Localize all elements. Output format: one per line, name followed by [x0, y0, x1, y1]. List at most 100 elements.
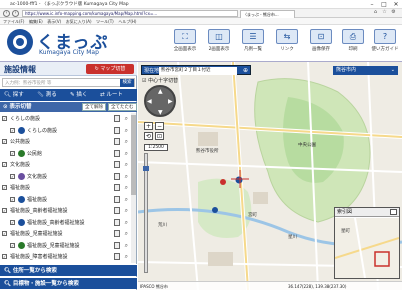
- layer-tree-row[interactable]: ✓ 福祉施設_高齢者福祉施設 ⌕: [0, 205, 130, 217]
- draw-button[interactable]: ✎ 描く: [70, 89, 87, 101]
- guide-button[interactable]: ? 使い方ガイド: [368, 29, 402, 59]
- find-button[interactable]: 🔍︎ 探す: [4, 89, 24, 101]
- print-button[interactable]: ⎙ 印刷: [336, 29, 370, 59]
- layer-tree-row[interactable]: ✓ 文化施設 ⌕: [0, 171, 130, 183]
- search-icon[interactable]: ⌕: [125, 115, 128, 122]
- layer-tree-row[interactable]: ✓ くらしの施設 ⌕: [0, 125, 130, 137]
- overview-canvas[interactable]: 星町: [335, 218, 399, 278]
- back-icon[interactable]: ‹: [3, 10, 10, 17]
- layer-tree-row[interactable]: ✓ くらしの施設 ⌕: [0, 113, 130, 125]
- layer-tree-row[interactable]: ✓ 福祉施設_障害者福祉施設 ⌕: [0, 251, 130, 263]
- pan-control[interactable]: ▲ ▼ ◀ ▶: [144, 85, 176, 117]
- search-icon[interactable]: ⌕: [125, 253, 128, 260]
- url-field[interactable]: https://www.ic.info-mapping.com/kumagaya…: [22, 10, 238, 17]
- search-icon[interactable]: ⌕: [125, 173, 128, 180]
- facility-search[interactable]: 入力例：熊谷市役所 等 検索: [2, 78, 135, 87]
- search-icon[interactable]: ⌕: [125, 242, 128, 249]
- zoom-slider[interactable]: [143, 153, 149, 273]
- menu-tools[interactable]: ツール(T): [96, 19, 114, 24]
- menu-help[interactable]: ヘルプ(H): [118, 19, 136, 24]
- split-view-button[interactable]: ◫ 2画面表示: [202, 29, 236, 59]
- search-icon[interactable]: ⌕: [125, 138, 128, 145]
- layer-checkbox[interactable]: ✓: [10, 150, 15, 156]
- search-input[interactable]: 入力例：熊谷市役所 等: [5, 80, 51, 86]
- layer-checkbox[interactable]: ✓: [2, 231, 7, 236]
- document-icon[interactable]: [114, 138, 120, 145]
- layer-tree-row[interactable]: ✓ 福祉施設_児童福祉施設 ⌕: [0, 228, 130, 240]
- document-icon[interactable]: [114, 218, 120, 226]
- facility-marker[interactable]: [235, 176, 243, 184]
- link-button[interactable]: ⇆ リンク: [270, 29, 304, 59]
- layer-checkbox[interactable]: ✓: [2, 254, 7, 259]
- search-icon[interactable]: ⌕: [125, 207, 128, 214]
- pan-right-icon[interactable]: ▶: [168, 98, 173, 105]
- map-switch-button[interactable]: ↻ マップ切替: [86, 64, 134, 74]
- sidebar-scrollbar[interactable]: [131, 113, 136, 263]
- star-icon[interactable]: ☆: [381, 10, 388, 17]
- facility-marker[interactable]: [212, 207, 218, 213]
- reset-icon[interactable]: ⊡: [155, 132, 164, 140]
- document-icon[interactable]: [114, 126, 120, 134]
- document-icon[interactable]: [114, 241, 120, 249]
- layer-checkbox[interactable]: ✓: [2, 208, 7, 213]
- layer-tree-row[interactable]: ✓ 公共施設 ⌕: [0, 136, 130, 148]
- search-icon[interactable]: ⌕: [125, 219, 128, 226]
- measure-button[interactable]: 📏︎ 測る: [37, 89, 57, 101]
- home-icon[interactable]: ⌂: [372, 10, 379, 17]
- map-canvas[interactable]: 熊谷市役所 荒川 星川 宮町 中央公園 現在地 熊谷市宮町２丁目１付近 ⊕ 熊谷…: [138, 62, 402, 290]
- search-icon[interactable]: ⌕: [125, 184, 128, 191]
- layer-checkbox[interactable]: ✓: [10, 173, 15, 179]
- search-icon[interactable]: ⌕: [125, 127, 128, 134]
- uncheck-all-button[interactable]: 全て解除: [82, 103, 106, 111]
- layer-tree-row[interactable]: ✓ 福祉施設 ⌕: [0, 194, 130, 206]
- checkbox-icon[interactable]: ☑: [142, 78, 146, 84]
- address-search-item[interactable]: 🔍︎ 住所一覧から検索: [0, 264, 137, 276]
- rotate-icon[interactable]: ⟲: [144, 132, 153, 140]
- legend-button[interactable]: ☰ 凡例一覧: [236, 29, 270, 59]
- layer-checkbox[interactable]: ✓: [10, 196, 15, 202]
- zoom-in-button[interactable]: +: [144, 122, 153, 130]
- zoom-slider-knob[interactable]: [143, 166, 149, 171]
- crosshair-icon[interactable]: ⊕: [243, 66, 248, 76]
- pan-down-icon[interactable]: ▼: [158, 109, 163, 116]
- document-icon[interactable]: [114, 207, 120, 214]
- overview-viewport[interactable]: [374, 251, 390, 267]
- minimize-icon[interactable]: –: [366, 0, 378, 9]
- search-icon[interactable]: ⌕: [125, 150, 128, 157]
- area-select[interactable]: 熊谷市内 ⌄: [333, 66, 398, 75]
- zoom-out-button[interactable]: −: [155, 122, 164, 130]
- search-button[interactable]: 検索: [120, 79, 134, 87]
- document-icon[interactable]: [114, 230, 120, 237]
- document-icon[interactable]: [114, 195, 120, 203]
- gear-icon[interactable]: ⚙: [390, 10, 397, 17]
- collapse-all-button[interactable]: 全てたたむ: [108, 103, 137, 111]
- pan-up-icon[interactable]: ▲: [158, 88, 163, 95]
- layer-checkbox[interactable]: ✓: [10, 127, 15, 133]
- layer-checkbox[interactable]: ✓: [2, 139, 7, 144]
- forward-icon[interactable]: ›: [12, 10, 19, 17]
- save-image-button[interactable]: ⊡ 画像保存: [304, 29, 338, 59]
- search-icon[interactable]: ⌕: [125, 230, 128, 237]
- layer-checkbox[interactable]: ✓: [2, 185, 7, 190]
- menu-file[interactable]: ファイル(F): [3, 19, 24, 24]
- pan-left-icon[interactable]: ◀: [147, 98, 152, 105]
- document-icon[interactable]: [114, 115, 120, 122]
- layer-checkbox[interactable]: ✓: [2, 162, 7, 167]
- layer-checkbox[interactable]: ✓: [10, 242, 15, 248]
- document-icon[interactable]: [114, 253, 120, 260]
- landmark-search-item[interactable]: 🔍︎ 目標物・施設一覧から検索: [0, 277, 137, 289]
- layer-tree-row[interactable]: ✓ 福祉施設_高齢者福祉施設 ⌕: [0, 217, 130, 229]
- layer-tree-row[interactable]: ✓ 公民館 ⌕: [0, 148, 130, 160]
- browser-tab[interactable]: 〈まっぷ - 熊谷市...: [240, 10, 295, 18]
- close-icon[interactable]: [390, 209, 397, 215]
- search-icon[interactable]: ⌕: [125, 161, 128, 168]
- route-button[interactable]: ⇄ ルート: [100, 89, 123, 101]
- fullscreen-button[interactable]: ⛶ 全画面表示: [168, 29, 202, 59]
- document-icon[interactable]: [114, 172, 120, 180]
- maximize-icon[interactable]: □: [378, 0, 390, 9]
- scale-input[interactable]: 1:2500: [144, 144, 168, 151]
- scrollbar-thumb[interactable]: [131, 115, 136, 195]
- layer-tree-row[interactable]: ✓ 福祉施設_児童福祉施設 ⌕: [0, 240, 130, 252]
- facility-marker[interactable]: [220, 179, 226, 185]
- search-icon[interactable]: ⌕: [125, 196, 128, 203]
